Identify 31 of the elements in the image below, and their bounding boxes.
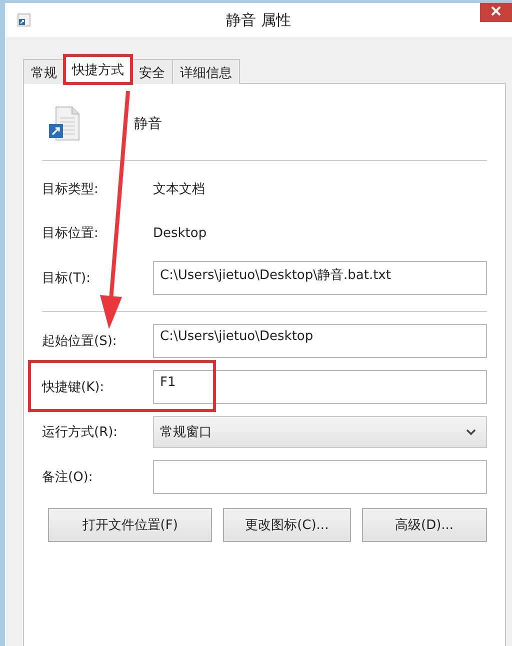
shortcut-icon [17, 13, 31, 27]
close-icon [491, 6, 501, 16]
field-value: Desktop [153, 226, 207, 240]
field-label: 备注(O): [42, 469, 94, 486]
shortcut-file-icon [48, 106, 82, 142]
field-label: 快捷键(K): [42, 379, 106, 396]
dialog-button[interactable]: 打开文件位置(F) [48, 508, 212, 542]
close-button[interactable] [480, 3, 512, 22]
window-title: 静音 属性 [225, 10, 292, 30]
tab[interactable]: 详细信息 [172, 59, 240, 84]
field-value: C:\Users\jietuo\Desktop\静音.bat.txt [160, 268, 391, 283]
tab[interactable]: 常规 [23, 59, 65, 84]
field-label: 目标类型: [42, 181, 100, 198]
field-label: 运行方式(R): [42, 424, 119, 441]
input-field[interactable] [153, 460, 487, 494]
field-value: C:\Users\jietuo\Desktop [160, 329, 314, 344]
field-value: 文本文档 [153, 181, 205, 198]
input-field[interactable]: F1 [153, 370, 487, 404]
field-label: 起始位置(S): [42, 333, 118, 350]
field-label: 目标位置: [42, 225, 100, 242]
field-label: 目标(T): [42, 270, 92, 287]
chevron-down-icon [466, 428, 476, 436]
tab[interactable]: 快捷方式 [64, 55, 132, 84]
field-value: F1 [160, 375, 176, 390]
tab[interactable]: 安全 [131, 59, 173, 84]
dialog-button[interactable]: 更改图标(C)... [223, 508, 351, 542]
input-field[interactable]: C:\Users\jietuo\Desktop [153, 324, 487, 358]
file-name: 静音 [134, 115, 162, 133]
input-field[interactable]: C:\Users\jietuo\Desktop\静音.bat.txt [153, 261, 487, 295]
dialog-button[interactable]: 高级(D)... [362, 508, 487, 542]
dropdown[interactable]: 常规窗口 [153, 416, 487, 448]
